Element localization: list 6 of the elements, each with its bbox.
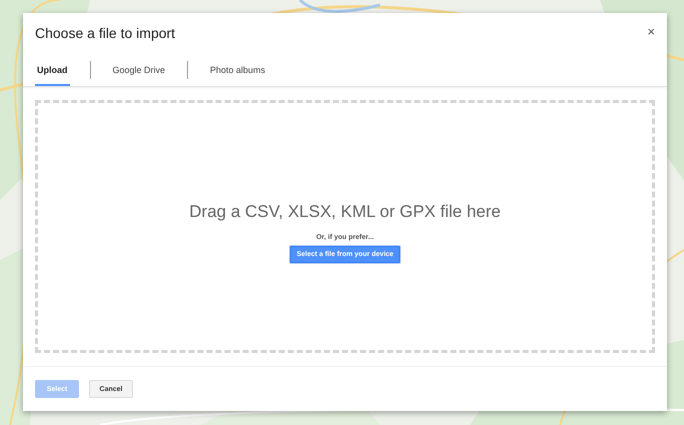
- dialog-title: Choose a file to import: [35, 25, 176, 43]
- drop-heading: Drag a CSV, XLSX, KML or GPX file here: [189, 202, 501, 222]
- tab[interactable]: Google Drive: [110, 58, 168, 86]
- tab[interactable]: Upload: [35, 58, 70, 86]
- tab[interactable]: Photo albums: [208, 58, 268, 86]
- close-button[interactable]: ×: [643, 22, 659, 41]
